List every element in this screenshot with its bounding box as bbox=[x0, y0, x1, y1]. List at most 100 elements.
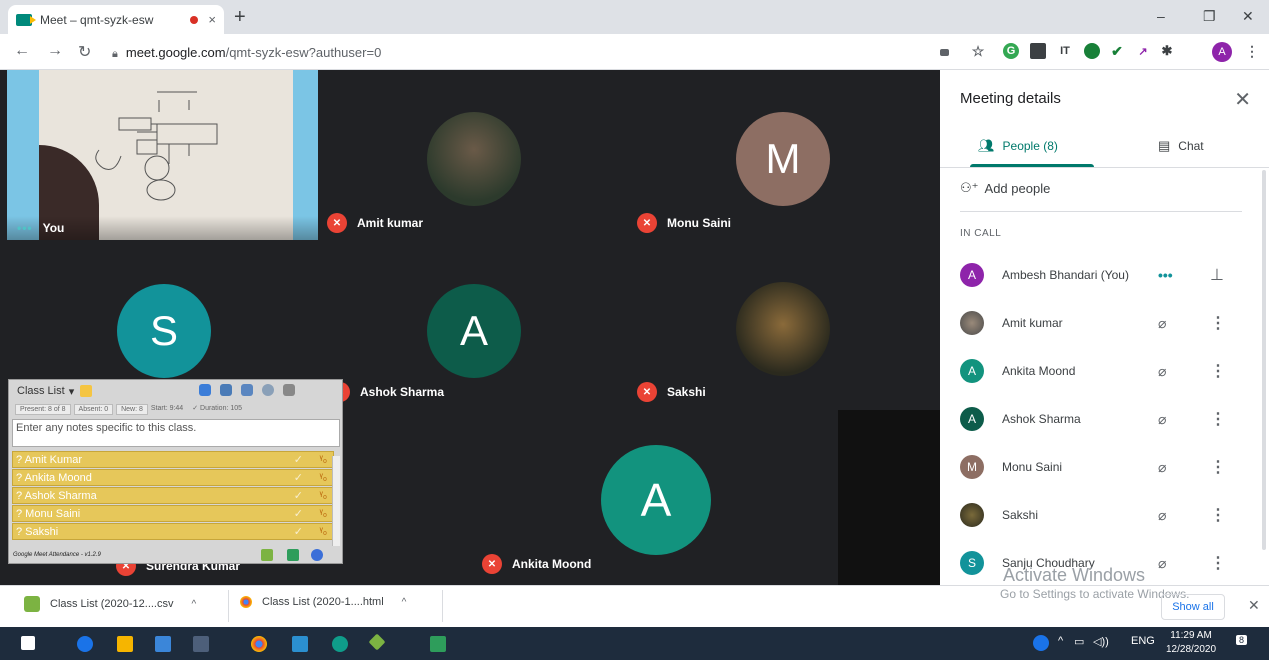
participant-name: Ashok Sharma bbox=[360, 385, 445, 399]
taskbar-app-icon[interactable] bbox=[292, 636, 308, 652]
reload-icon[interactable]: ↻ bbox=[78, 42, 91, 62]
class-notes-textarea[interactable]: Enter any notes specific to this class. bbox=[12, 419, 340, 447]
marker-icon: ᵞ₀ bbox=[319, 490, 327, 501]
system-clock[interactable]: 11:29 AM 12/28/2020 bbox=[1166, 629, 1216, 657]
check-icon[interactable]: ✓ bbox=[294, 471, 303, 484]
add-people-button[interactable]: ⚇⁺ Add people bbox=[960, 180, 1050, 196]
help-icon[interactable] bbox=[1033, 635, 1049, 651]
class-list-title[interactable]: Class List bbox=[17, 385, 65, 397]
taskbar-app-icon[interactable] bbox=[193, 636, 209, 652]
more-vert-icon[interactable]: ⋮ bbox=[1210, 505, 1226, 525]
mic-off-icon[interactable]: ⌀ bbox=[1158, 507, 1166, 524]
sync-icon[interactable] bbox=[287, 549, 299, 561]
chevron-up-icon[interactable]: ^ bbox=[1058, 635, 1063, 647]
download-item-html[interactable]: Class List (2020-1....html ^ bbox=[240, 596, 406, 608]
save-icon[interactable] bbox=[220, 384, 232, 396]
grammarly-icon[interactable]: G bbox=[1003, 43, 1019, 59]
list-item[interactable]: ? Ashok Sharma ✓ ᵞ₀ bbox=[12, 487, 334, 504]
extensions-puzzle-icon[interactable]: ✱ bbox=[1159, 43, 1175, 59]
pin-icon[interactable]: ⊥ bbox=[1210, 265, 1224, 285]
minimize-button[interactable]: – bbox=[1157, 8, 1165, 24]
edge-beta-icon[interactable] bbox=[332, 636, 348, 652]
stat-present: Present: 8 of 8 bbox=[15, 403, 71, 415]
taskbar-app-icon[interactable] bbox=[368, 633, 386, 651]
mic-off-icon[interactable]: ⌀ bbox=[1158, 555, 1166, 572]
more-dots-icon[interactable]: ••• bbox=[1158, 267, 1173, 283]
meet-icon[interactable] bbox=[199, 384, 211, 396]
camera-icon[interactable] bbox=[940, 49, 949, 56]
mic-off-icon[interactable]: ⌀ bbox=[1158, 411, 1166, 428]
participant-row[interactable]: Amit kumar ⌀ ⋮ bbox=[960, 308, 1250, 338]
battery-icon[interactable]: ▭ bbox=[1074, 635, 1084, 648]
close-window-button[interactable]: ✕ bbox=[1242, 8, 1254, 25]
browser-tab-strip: Meet – qmt-syzk-esw × + – ❐ ✕ bbox=[0, 0, 1269, 34]
pin-icon[interactable] bbox=[283, 384, 295, 396]
list-item[interactable]: ? Ankita Moond ✓ ᵞ₀ bbox=[12, 469, 334, 486]
check-icon[interactable]: ✓ bbox=[294, 489, 303, 502]
language-indicator[interactable]: ENG bbox=[1131, 635, 1155, 647]
edge-icon[interactable] bbox=[77, 636, 93, 652]
windows-start-icon[interactable] bbox=[21, 636, 35, 650]
close-downloads-icon[interactable]: ✕ bbox=[1248, 597, 1260, 614]
list-item[interactable]: ? Amit Kumar ✓ ᵞ₀ bbox=[12, 451, 334, 468]
mic-off-icon[interactable]: ⌀ bbox=[1158, 459, 1166, 476]
download-item-csv[interactable]: Class List (2020-12....csv ^ bbox=[24, 596, 196, 612]
profile-avatar[interactable]: A bbox=[1212, 42, 1232, 62]
browser-menu-icon[interactable]: ⋮ bbox=[1244, 43, 1260, 59]
extension-icon[interactable] bbox=[1084, 43, 1100, 59]
chrome-icon bbox=[240, 596, 252, 608]
spreadsheet-icon[interactable] bbox=[261, 549, 273, 561]
forward-arrow-icon[interactable]: → bbox=[47, 42, 63, 60]
chevron-down-icon[interactable]: ▾ bbox=[69, 385, 75, 398]
list-item[interactable]: ? Monu Saini ✓ ᵞ₀ bbox=[12, 505, 334, 522]
star-bookmark-icon[interactable]: ☆ bbox=[970, 43, 986, 59]
more-vert-icon[interactable]: ⋮ bbox=[1210, 313, 1226, 333]
more-vert-icon[interactable]: ⋮ bbox=[1210, 409, 1226, 429]
chevron-up-icon[interactable]: ^ bbox=[192, 599, 197, 610]
volume-icon[interactable]: ◁)) bbox=[1093, 635, 1109, 648]
show-all-button[interactable]: Show all bbox=[1161, 594, 1225, 620]
help-icon[interactable] bbox=[311, 549, 323, 561]
settings-icon[interactable] bbox=[262, 384, 274, 396]
more-options-icon[interactable]: ••• bbox=[17, 221, 33, 235]
chrome-icon[interactable] bbox=[251, 636, 267, 652]
browser-tab-meet[interactable]: Meet – qmt-syzk-esw × bbox=[8, 5, 224, 34]
check-icon[interactable]: ✓ bbox=[294, 453, 303, 466]
mic-off-icon[interactable]: ⌀ bbox=[1158, 363, 1166, 380]
check-icon[interactable]: ✓ bbox=[294, 507, 303, 520]
checkmark-extension-icon[interactable]: ✔ bbox=[1109, 43, 1125, 59]
close-panel-icon[interactable]: ✕ bbox=[1234, 87, 1251, 112]
chevron-up-icon[interactable]: ^ bbox=[402, 597, 407, 608]
panel-scrollbar[interactable] bbox=[1262, 170, 1266, 550]
export-icon[interactable] bbox=[241, 384, 253, 396]
mic-off-icon[interactable]: ⌀ bbox=[1158, 315, 1166, 332]
more-vert-icon[interactable]: ⋮ bbox=[1210, 553, 1226, 573]
attendance-stats: Present: 8 of 8 Absent: 0 New: 8 Start: … bbox=[9, 402, 342, 416]
check-icon[interactable]: ✓ bbox=[294, 525, 303, 538]
mail-icon[interactable] bbox=[155, 636, 171, 652]
more-vert-icon[interactable]: ⋮ bbox=[1210, 457, 1226, 477]
tab-close-button[interactable]: × bbox=[208, 12, 216, 27]
url-field[interactable]: 🔒︎ meet.google.com/qmt-syzk-esw?authuser=… bbox=[112, 45, 381, 61]
widget-scrollbar[interactable] bbox=[332, 456, 340, 546]
extension-icon[interactable]: ↗ bbox=[1135, 43, 1151, 59]
participant-row[interactable]: A Ankita Moond ⌀ ⋮ bbox=[960, 356, 1250, 386]
extension-icon[interactable]: IT bbox=[1057, 43, 1073, 59]
participant-row[interactable]: M Monu Saini ⌀ ⋮ bbox=[960, 452, 1250, 482]
participant-row[interactable]: Sakshi ⌀ ⋮ bbox=[960, 500, 1250, 530]
participant-row[interactable]: A Ashok Sharma ⌀ ⋮ bbox=[960, 404, 1250, 434]
new-tab-button[interactable]: + bbox=[234, 6, 246, 29]
back-arrow-icon[interactable]: ← bbox=[14, 42, 30, 60]
list-item[interactable]: ? Sakshi ✓ ᵞ₀ bbox=[12, 523, 334, 540]
taskbar-app-icon[interactable] bbox=[430, 636, 446, 652]
tab-people[interactable]: 👥︎ People (8) bbox=[978, 138, 1058, 154]
more-vert-icon[interactable]: ⋮ bbox=[1210, 361, 1226, 381]
edit-icon[interactable] bbox=[80, 385, 93, 397]
extension-icon[interactable] bbox=[1030, 43, 1046, 59]
participant-row[interactable]: A Ambesh Bhandari (You) ••• ⊥ bbox=[960, 260, 1250, 290]
tab-chat[interactable]: ▤ Chat bbox=[1158, 138, 1204, 154]
file-explorer-icon[interactable] bbox=[117, 636, 133, 652]
self-video-tile[interactable]: ••• You bbox=[7, 70, 318, 240]
notification-center-icon[interactable]: 8 bbox=[1236, 635, 1248, 645]
maximize-button[interactable]: ❐ bbox=[1203, 8, 1216, 25]
